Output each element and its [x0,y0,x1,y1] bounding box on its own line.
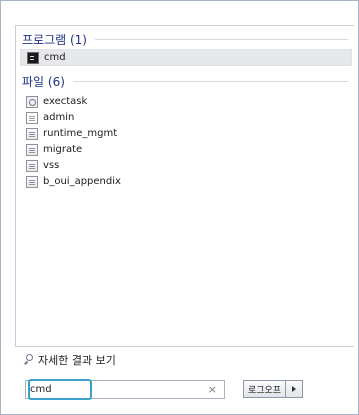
shutdown-options-button[interactable] [285,380,303,398]
result-item-b-oui-appendix[interactable]: b_oui_appendix [26,174,344,189]
result-item-label: vss [43,160,60,171]
shutdown-button-group: 로그오프 [243,380,303,398]
cmd-icon [27,51,39,64]
result-item-migrate[interactable]: migrate [26,142,344,157]
result-item-vss[interactable]: vss [26,158,344,173]
document-icon [26,143,38,156]
result-item-label: b_oui_appendix [43,176,121,187]
text-file-icon [26,111,38,124]
result-item-admin[interactable]: admin [26,110,344,125]
divider [94,38,348,40]
search-icon [23,354,35,366]
search-box[interactable]: × [25,380,225,399]
logoff-button[interactable]: 로그오프 [243,380,285,398]
start-menu-search-panel: 프로그램 (1) cmd 파일 (6) exectask admin runti… [0,0,359,415]
result-item-label: exectask [43,96,88,107]
result-item-label: admin [43,112,75,123]
result-item-exectask[interactable]: exectask [26,94,344,109]
programs-header-label: 프로그램 (1) [22,32,87,47]
files-group-header[interactable]: 파일 (6) [22,72,348,90]
result-item-label: cmd [44,52,66,63]
document-icon [26,127,38,140]
result-item-label: migrate [43,144,83,155]
result-item-runtime-mgmt[interactable]: runtime_mgmt [26,126,344,141]
see-more-label: 자세한 결과 보기 [38,354,116,367]
search-input[interactable] [30,382,200,397]
chevron-right-icon [292,386,296,392]
programs-group-header[interactable]: 프로그램 (1) [22,30,348,48]
settings-file-icon [26,95,38,108]
see-more-results-link[interactable]: 자세한 결과 보기 [23,353,116,367]
divider [72,80,348,82]
search-results-pane: 프로그램 (1) cmd 파일 (6) exectask admin runti… [15,25,354,347]
document-icon [26,159,38,172]
files-header-label: 파일 (6) [22,74,65,89]
result-item-label: runtime_mgmt [43,128,118,139]
document-icon [26,175,38,188]
clear-search-icon[interactable]: × [208,383,217,396]
result-item-cmd[interactable]: cmd [20,49,352,66]
